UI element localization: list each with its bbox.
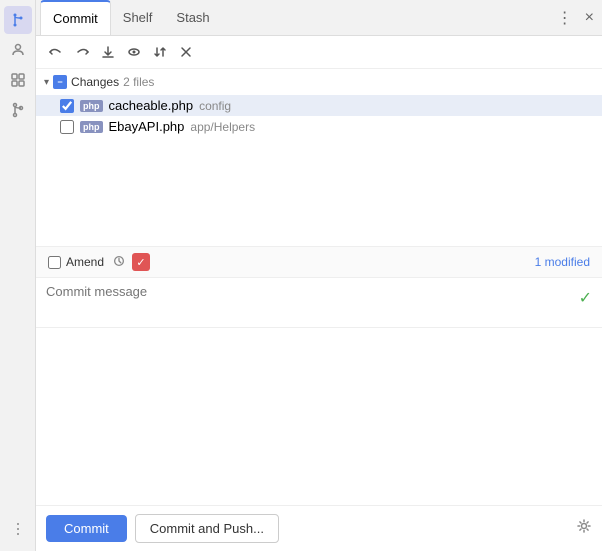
sidebar-icon-branches[interactable] (4, 96, 32, 124)
redo-icon (74, 44, 90, 60)
toolbar (36, 36, 602, 69)
commit-push-button[interactable]: Commit and Push... (135, 514, 279, 543)
commit-message-area[interactable]: ✓ (36, 278, 602, 328)
commit-button[interactable]: Commit (46, 515, 127, 542)
sidebar-icon-user[interactable] (4, 36, 32, 64)
author-icon[interactable] (132, 253, 150, 271)
modified-badge[interactable]: 1 modified (535, 255, 590, 269)
file-name-ebayapi: EbayAPI.php (109, 119, 185, 134)
x-icon (178, 44, 194, 60)
tab-stash[interactable]: Stash (164, 0, 221, 35)
history-icon[interactable] (112, 254, 126, 271)
changes-folder-icon: − (53, 75, 67, 89)
sidebar-icon-modules[interactable] (4, 66, 32, 94)
user-icon (10, 42, 26, 58)
download-button[interactable] (96, 40, 120, 64)
file-checkbox-cacheable[interactable] (60, 99, 74, 113)
file-path-cacheable: config (199, 99, 231, 113)
eye-icon (126, 44, 142, 60)
amend-section: Amend (48, 255, 104, 269)
blank-area (36, 328, 602, 505)
changes-area: ▾ − Changes 2 files php cacheable.php co… (36, 69, 602, 246)
close-toolbar-button[interactable] (174, 40, 198, 64)
changes-count: 2 files (123, 75, 154, 89)
download-icon (100, 44, 116, 60)
tab-bar-actions: ⋮ × (553, 6, 598, 30)
sidebar-icon-git[interactable] (4, 6, 32, 34)
amend-label: Amend (66, 255, 104, 269)
git-icon (10, 12, 26, 28)
tab-commit[interactable]: Commit (40, 0, 111, 35)
amend-checkbox[interactable] (48, 256, 61, 269)
file-row-cacheable[interactable]: php cacheable.php config (36, 95, 602, 116)
sort-icon (152, 44, 168, 60)
file-row-ebayapi[interactable]: php EbayAPI.php app/Helpers (36, 116, 602, 137)
file-type-badge-ebayapi: php (80, 121, 103, 133)
bottom-bar: Amend 1 modified (36, 246, 602, 278)
tab-bar: Commit Shelf Stash ⋮ × (36, 0, 602, 36)
footer: Commit Commit and Push... (36, 505, 602, 551)
undo-button[interactable] (44, 40, 68, 64)
commit-message-input[interactable] (46, 284, 573, 314)
changes-label: Changes (71, 75, 119, 89)
eye-button[interactable] (122, 40, 146, 64)
settings-icon[interactable] (576, 518, 592, 539)
commit-ok-icon: ✓ (579, 288, 592, 308)
file-path-ebayapi: app/Helpers (190, 120, 255, 134)
changes-header: ▾ − Changes 2 files (36, 69, 602, 95)
more-icon (10, 521, 26, 537)
branches-icon (10, 102, 26, 118)
sort-button[interactable] (148, 40, 172, 64)
tab-shelf[interactable]: Shelf (111, 0, 165, 35)
main-panel: Commit Shelf Stash ⋮ × (36, 0, 602, 551)
tab-more-icon[interactable]: ⋮ (553, 6, 577, 30)
sidebar-icon-more[interactable] (4, 515, 32, 543)
undo-icon (48, 44, 64, 60)
file-checkbox-ebayapi[interactable] (60, 120, 74, 134)
tab-close-icon[interactable]: × (581, 7, 598, 29)
sidebar (0, 0, 36, 551)
modules-icon (10, 72, 26, 88)
file-type-badge-cacheable: php (80, 100, 103, 112)
file-name-cacheable: cacheable.php (109, 98, 194, 113)
changes-chevron-icon[interactable]: ▾ (44, 77, 49, 88)
redo-button[interactable] (70, 40, 94, 64)
